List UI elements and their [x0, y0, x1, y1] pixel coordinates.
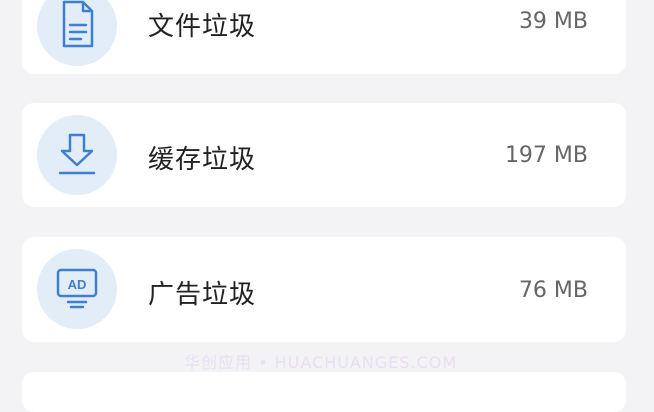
download-arrow-icon — [37, 115, 117, 195]
watermark: 华创应用 • HUACHUANGES.COM — [184, 353, 458, 372]
file-junk-row[interactable]: 文件垃圾 39 MB — [22, 0, 626, 74]
ad-junk-size: 76 MB — [518, 278, 588, 303]
ad-icon-text: AD — [68, 277, 87, 292]
cache-junk-label: 缓存垃圾 — [148, 145, 257, 175]
cache-junk-size: 197 MB — [504, 143, 588, 168]
next-row-partial[interactable] — [22, 372, 626, 412]
ad-junk-row[interactable]: AD 广告垃圾 76 MB — [22, 237, 626, 342]
cache-junk-row[interactable]: 缓存垃圾 197 MB — [22, 103, 626, 207]
ad-junk-label: 广告垃圾 — [148, 280, 257, 310]
file-document-icon — [37, 0, 117, 66]
ad-monitor-icon: AD — [37, 249, 117, 329]
file-junk-label: 文件垃圾 — [148, 12, 257, 42]
file-junk-size: 39 MB — [518, 9, 588, 34]
